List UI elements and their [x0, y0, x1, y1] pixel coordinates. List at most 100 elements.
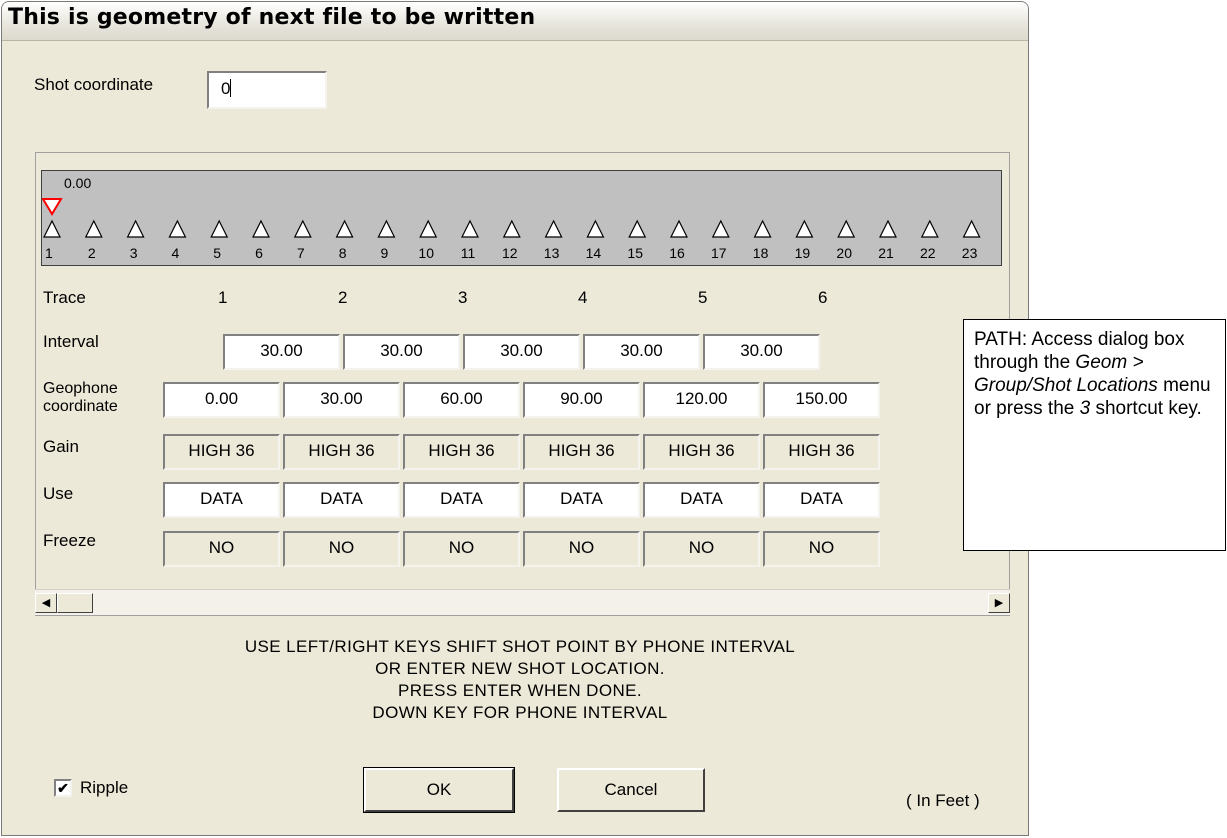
trace-number: 4 [578, 288, 588, 307]
phone-number: 7 [297, 245, 305, 261]
geophone-icon [670, 219, 688, 238]
geophone-icon [84, 219, 103, 238]
trace-number: 2 [338, 288, 348, 307]
freeze-field[interactable]: NO [283, 531, 400, 567]
trace-number: 1 [218, 288, 228, 307]
geophone-icon [837, 219, 856, 238]
geophone-coordinate-field[interactable]: 60.00 [403, 382, 520, 418]
geophone-icon [795, 219, 814, 238]
trace-number: 6 [818, 288, 828, 307]
geophone-label-line2: coordinate [43, 398, 118, 415]
phone-number: 5 [213, 245, 221, 261]
geophone-label-line1: Geophone [43, 380, 118, 397]
gain-field[interactable]: HIGH 36 [643, 434, 760, 470]
phone-number: 16 [669, 245, 685, 261]
interval-field[interactable]: 30.00 [463, 334, 580, 370]
phone-number: 10 [418, 245, 434, 261]
shot-marker-value: 0.00 [64, 175, 91, 191]
geophone-icon [586, 219, 605, 238]
gain-field[interactable]: HIGH 36 [403, 434, 520, 470]
freeze-field[interactable]: NO [523, 531, 640, 567]
freeze-field[interactable]: NO [403, 531, 520, 567]
trace-label: Trace [43, 288, 86, 307]
phone-number: 14 [586, 245, 602, 261]
geophone-coordinate-field[interactable]: 30.00 [283, 382, 400, 418]
use-field[interactable]: DATA [763, 482, 880, 518]
geophone-coordinate-field[interactable]: 0.00 [163, 382, 280, 418]
freeze-field[interactable]: NO [643, 531, 760, 567]
cancel-button[interactable]: Cancel [557, 768, 705, 812]
geophone-coordinate-field[interactable]: 90.00 [523, 382, 640, 418]
gain-field[interactable]: HIGH 36 [523, 434, 640, 470]
phone-number: 1 [45, 245, 53, 261]
geophone-coordinate-field[interactable]: 120.00 [643, 382, 760, 418]
phone-number: 20 [836, 245, 852, 261]
freeze-field[interactable]: NO [163, 531, 280, 567]
trace-number: 3 [458, 288, 468, 307]
interval-field[interactable]: 30.00 [343, 334, 460, 370]
phone-number: 11 [461, 245, 476, 261]
geophone-icon [210, 219, 229, 238]
units-label: ( In Feet ) [906, 791, 980, 810]
use-label: Use [43, 484, 74, 503]
callout-text: shortcut key. [1090, 398, 1202, 419]
shot-coordinate-input[interactable]: 0 [207, 71, 327, 109]
callout-menu-text: Group/Shot Locations [974, 375, 1158, 396]
phone-number: 9 [381, 245, 389, 261]
gain-field[interactable]: HIGH 36 [283, 434, 400, 470]
freeze-field[interactable]: NO [763, 531, 880, 567]
geophone-coordinate-field[interactable]: 150.00 [763, 382, 880, 418]
phone-number: 21 [878, 245, 894, 261]
phone-number: 22 [920, 245, 936, 261]
use-field[interactable]: DATA [283, 482, 400, 518]
geophone-icon [920, 219, 939, 238]
interval-field[interactable]: 30.00 [583, 334, 700, 370]
interval-field[interactable]: 30.00 [703, 334, 820, 370]
phone-number: 8 [339, 245, 347, 261]
ok-button[interactable]: OK [363, 767, 515, 813]
instruction-line: DOWN KEY FOR PHONE INTERVAL [372, 703, 668, 722]
trace-number: 5 [698, 288, 708, 307]
path-callout: PATH: Access dialog box through the Geom… [963, 319, 1226, 551]
horizontal-scrollbar[interactable]: ◀ ▶ [35, 589, 1010, 615]
geophone-icon [335, 219, 354, 238]
use-field[interactable]: DATA [643, 482, 760, 518]
geophone-icon [419, 219, 438, 238]
ripple-checkbox[interactable]: ✔ [54, 779, 72, 797]
geophone-icon [377, 219, 396, 238]
dialog-title: This is geometry of next file to be writ… [8, 5, 536, 30]
callout-shortcut-text: 3 [1079, 398, 1091, 419]
shot-marker-icon[interactable] [42, 198, 63, 216]
callout-menu-text: Geom > [1075, 352, 1144, 373]
interval-label: Interval [43, 332, 99, 351]
phone-number: 23 [962, 245, 978, 261]
gain-field[interactable]: HIGH 36 [763, 434, 880, 470]
use-field[interactable]: DATA [523, 482, 640, 518]
geophone-icon [252, 219, 270, 238]
use-field[interactable]: DATA [163, 482, 280, 518]
phone-number: 12 [502, 245, 518, 261]
geophone-icon [711, 219, 730, 238]
gain-field[interactable]: HIGH 36 [163, 434, 280, 470]
geophone-icon [43, 219, 61, 238]
use-field[interactable]: DATA [403, 482, 520, 518]
phone-number: 13 [544, 245, 560, 261]
instruction-line: USE LEFT/RIGHT KEYS SHIFT SHOT POINT BY … [244, 637, 796, 656]
scroll-left-button[interactable]: ◀ [35, 593, 57, 613]
interval-field[interactable]: 30.00 [223, 334, 340, 370]
geophone-icon [502, 219, 521, 238]
scrollbar-thumb[interactable] [57, 593, 93, 613]
title-bar: This is geometry of next file to be writ… [2, 2, 1028, 41]
instructions-text: USE LEFT/RIGHT KEYS SHIFT SHOT POINT BY … [120, 636, 920, 724]
phone-number: 2 [88, 245, 96, 261]
scroll-right-button[interactable]: ▶ [988, 593, 1010, 613]
geophone-label: Geophone coordinate [43, 380, 118, 416]
phone-number: 15 [627, 245, 643, 261]
geophone-icon [962, 219, 981, 238]
geophone-icon [126, 219, 145, 238]
instruction-line: PRESS ENTER WHEN DONE. [398, 681, 642, 700]
instruction-line: OR ENTER NEW SHOT LOCATION. [375, 659, 665, 678]
phone-number: 6 [255, 245, 263, 261]
text-caret [230, 79, 232, 97]
checkmark-icon: ✔ [57, 780, 69, 796]
